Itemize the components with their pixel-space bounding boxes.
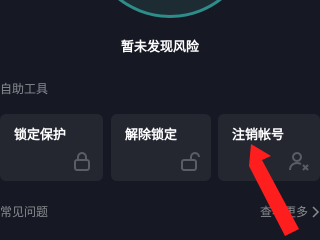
cancel-account-card[interactable]: 注销帐号 <box>218 114 320 181</box>
cancel-account-label: 注销帐号 <box>232 128 285 143</box>
self-tools-title: 自助工具 <box>0 82 49 96</box>
view-more-label: 查看更多 <box>259 205 308 219</box>
unlock-icon <box>181 152 200 171</box>
security-status-text: 暂未发现风险 <box>120 40 199 55</box>
chevron-right-icon <box>312 205 320 218</box>
faq-title: 常见问题 <box>0 205 49 219</box>
user-remove-icon <box>289 152 309 171</box>
lock-protection-label: 锁定保护 <box>14 128 67 143</box>
lock-protection-card[interactable]: 锁定保护 <box>0 114 103 181</box>
security-status-ring <box>86 0 254 18</box>
unlock-card[interactable]: 解除锁定 <box>111 114 211 181</box>
lock-icon <box>74 152 90 171</box>
unlock-label: 解除锁定 <box>125 128 178 143</box>
view-more-link[interactable]: 查看更多 <box>260 203 320 220</box>
